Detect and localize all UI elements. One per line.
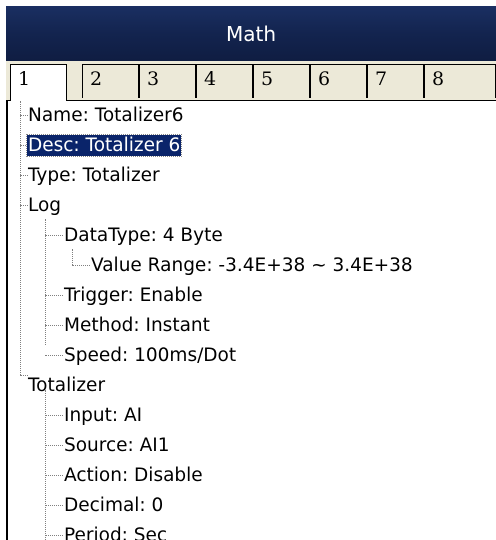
tree-item-label: Speed: 100ms/Dot (64, 345, 237, 366)
tree-item-value-range[interactable]: Value Range: -3.4E+38 ~ 3.4E+38 (90, 251, 414, 281)
tree-item-decimal[interactable]: Decimal: 0 (63, 491, 164, 521)
tree-item-label: Period: Sec (64, 525, 168, 540)
totalizer-branch-connector (45, 390, 46, 540)
tree-item-period[interactable]: Period: Sec (63, 521, 168, 540)
tab-1[interactable]: 1 (10, 64, 67, 101)
tree-item-label: Totalizer (28, 375, 106, 396)
tree-item-label: Log (28, 195, 62, 216)
tab-3[interactable]: 3 (139, 64, 196, 98)
tree-item-totalizer[interactable]: Totalizer (27, 371, 106, 401)
tab-2[interactable]: 2 (82, 64, 139, 98)
tree-connector (45, 445, 63, 446)
tree-root-connector (20, 101, 21, 375)
tree-item-desc[interactable]: Desc: Totalizer 6 (25, 131, 183, 161)
tree-item-label: Desc: Totalizer 6 (25, 134, 183, 157)
tab-7[interactable]: 7 (367, 64, 424, 98)
tree-item-label: Trigger: Enable (64, 285, 203, 306)
tree-connector (45, 235, 63, 236)
window-title: Math (6, 6, 496, 61)
tree-connector (72, 265, 90, 266)
tree-connector (45, 475, 63, 476)
tree-connector (45, 295, 63, 296)
tab-6[interactable]: 6 (310, 64, 367, 98)
tree-item-label: Decimal: 0 (64, 495, 164, 516)
datatype-branch-connector (72, 249, 73, 265)
tab-8[interactable]: 8 (424, 64, 496, 98)
tree-item-method[interactable]: Method: Instant (63, 311, 211, 341)
log-branch-connector (45, 219, 46, 345)
tab-5[interactable]: 5 (253, 64, 310, 98)
tree-connector (45, 505, 63, 506)
tree-connector (45, 535, 63, 536)
tree-item-action[interactable]: Action: Disable (63, 461, 204, 491)
tree-item-label: Name: Totalizer6 (28, 105, 184, 126)
tree-item-source[interactable]: Source: AI1 (63, 431, 171, 461)
tab-4[interactable]: 4 (196, 64, 253, 98)
tree-item-label: Source: AI1 (64, 435, 170, 456)
settings-tree: Name: Totalizer6 Desc: Totalizer 6 Type:… (8, 101, 496, 540)
tree-connector (45, 415, 63, 416)
tree-item-input[interactable]: Input: AI (63, 401, 143, 431)
tree-connector (45, 355, 63, 356)
tree-item-datatype[interactable]: DataType: 4 Byte (63, 221, 224, 251)
tree-item-name[interactable]: Name: Totalizer6 (27, 101, 185, 131)
tree-item-label: Action: Disable (64, 465, 203, 486)
tree-item-log[interactable]: Log (27, 191, 62, 221)
tree-item-trigger[interactable]: Trigger: Enable (63, 281, 204, 311)
tree-item-label: Method: Instant (64, 315, 210, 336)
tree-item-type[interactable]: Type: Totalizer (27, 161, 161, 191)
tree-item-label: Input: AI (64, 405, 143, 426)
tree-connector (45, 325, 63, 326)
math-window: Math 1 2 3 4 5 6 7 8 Name: Totalizer6 De… (0, 0, 496, 540)
tree-item-label: DataType: 4 Byte (64, 225, 223, 246)
tree-item-label: Type: Totalizer (28, 165, 160, 186)
tab-strip: 1 2 3 4 5 6 7 8 (6, 61, 496, 101)
tree-item-label: Value Range: -3.4E+38 ~ 3.4E+38 (91, 255, 413, 276)
tree-item-speed[interactable]: Speed: 100ms/Dot (63, 341, 237, 371)
